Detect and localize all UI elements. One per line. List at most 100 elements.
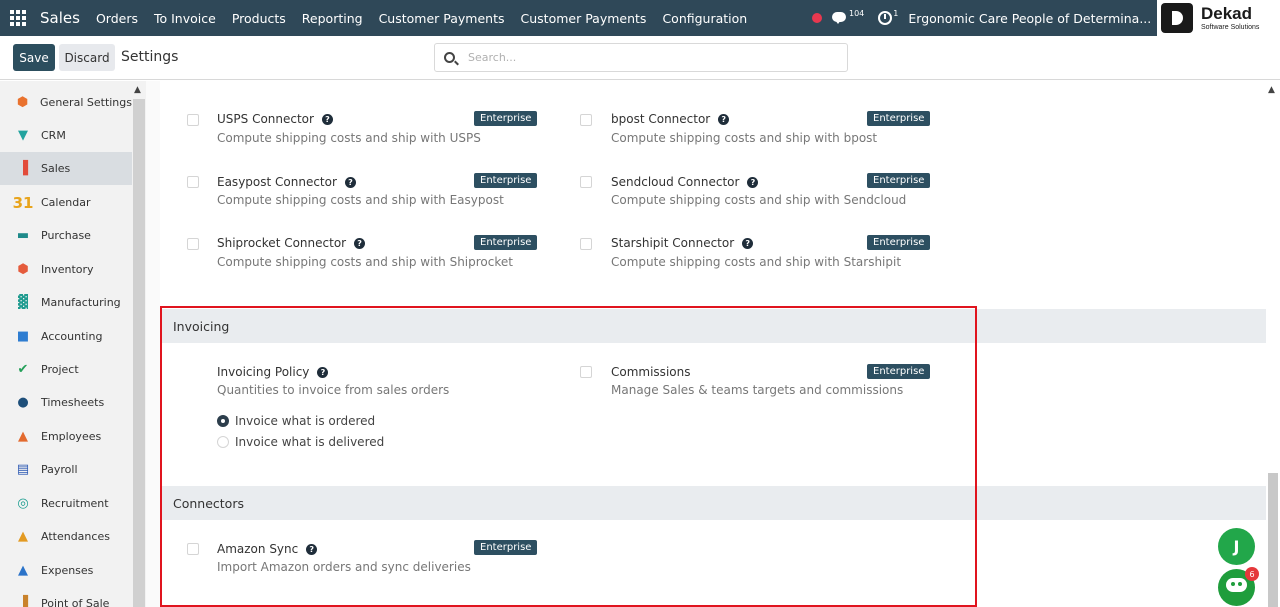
chatbot-icon <box>1226 578 1247 592</box>
shiprocket-desc: Compute shipping costs and ship with Shi… <box>217 255 513 269</box>
navbar-systray: 104 1 Ergonomic Care People of Determina… <box>812 0 1184 36</box>
sidebar-item-employees[interactable]: ▲ Employees <box>0 420 132 453</box>
setting-title: Shiprocket Connector <box>217 236 347 250</box>
help-icon[interactable]: ? <box>718 113 730 125</box>
dekad-logo-icon <box>1161 3 1193 33</box>
project-icon: ✔ <box>17 362 29 377</box>
inventory-icon: ⬢ <box>17 262 29 277</box>
help-icon[interactable]: ? <box>354 237 366 249</box>
calendar-icon: 31 <box>12 193 34 212</box>
sidebar-item-label: Project <box>41 363 79 376</box>
menu-configuration[interactable]: Configuration <box>662 11 747 26</box>
sendcloud-title: Sendcloud Connector ? <box>611 175 759 189</box>
employees-icon: ▲ <box>18 429 28 444</box>
easypost-checkbox[interactable] <box>187 176 199 188</box>
bpost-checkbox[interactable] <box>580 114 592 126</box>
search-placeholder: Search... <box>468 51 517 64</box>
sidebar-item-timesheets[interactable]: ● Timesheets <box>0 386 132 419</box>
activity-icon[interactable] <box>878 11 893 25</box>
app-name[interactable]: Sales <box>40 9 80 27</box>
chevron-up-icon[interactable]: ▲ <box>134 85 141 95</box>
brand-name: Dekad <box>1201 3 1253 23</box>
sidebar-item-project[interactable]: ✔ Project <box>0 353 132 386</box>
setting-title: USPS Connector <box>217 112 314 126</box>
setting-title: bpost Connector <box>611 112 711 126</box>
chevron-up-icon[interactable]: ▲ <box>1268 85 1275 95</box>
starshipit-title: Starshipit Connector ? <box>611 236 754 250</box>
search-icon <box>444 52 455 63</box>
setting-title: Starshipit Connector <box>611 236 735 250</box>
sidebar-item-recruitment[interactable]: ◎ Recruitment <box>0 487 132 520</box>
settings-sidebar: ⬢ General Settings ▼ CRM ▐ Sales 31 Cale… <box>0 81 146 607</box>
usps-checkbox[interactable] <box>187 114 199 126</box>
chat-avatar-button[interactable]: J <box>1218 528 1255 565</box>
manufacturing-icon: ▓ <box>18 295 28 310</box>
top-navbar: Sales Orders To Invoice Products Reporti… <box>0 0 1280 36</box>
bpost-desc: Compute shipping costs and ship with bpo… <box>611 131 878 145</box>
sidebar-item-label: Manufacturing <box>41 296 121 309</box>
sidebar-item-label: Payroll <box>41 463 78 476</box>
menu-orders[interactable]: Orders <box>96 11 138 26</box>
sidebar-item-label: Calendar <box>41 196 91 209</box>
sidebar-item-expenses[interactable]: ▲ Expenses <box>0 554 132 587</box>
sidebar-item-point-of-sale[interactable]: ▐ Point of Sale <box>0 587 132 607</box>
sidebar-item-sales[interactable]: ▐ Sales <box>0 152 132 185</box>
sidebar-item-label: CRM <box>41 129 66 142</box>
sidebar-scroll-thumb[interactable] <box>133 99 145 607</box>
purchase-icon: ▬ <box>16 228 30 243</box>
sidebar-item-label: Employees <box>41 430 102 443</box>
content-scrollbar[interactable]: ▲ <box>1266 81 1280 607</box>
starshipit-desc: Compute shipping costs and ship with Sta… <box>611 255 902 269</box>
usps-title: USPS Connector ? <box>217 112 333 126</box>
setting-title: Easypost Connector <box>217 175 337 189</box>
discard-button[interactable]: Discard <box>59 44 115 71</box>
easypost-title: Easypost Connector ? <box>217 175 356 189</box>
menu-customer-payments-2[interactable]: Customer Payments <box>521 11 647 26</box>
sidebar-item-inventory[interactable]: ⬢ Inventory <box>0 253 132 286</box>
enterprise-badge: Enterprise <box>867 173 931 188</box>
sidebar-item-manufacturing[interactable]: ▓ Manufacturing <box>0 286 132 319</box>
sidebar-item-attendances[interactable]: ▲ Attendances <box>0 520 132 553</box>
sidebar-item-general-settings[interactable]: ⬢ General Settings <box>0 86 132 119</box>
menu-reporting[interactable]: Reporting <box>302 11 363 26</box>
help-icon[interactable]: ? <box>321 113 333 125</box>
settings-icon: ⬢ <box>16 95 29 110</box>
sendcloud-checkbox[interactable] <box>580 176 592 188</box>
status-dot-icon[interactable] <box>812 13 822 23</box>
enterprise-badge: Enterprise <box>867 111 931 126</box>
sidebar-item-label: Inventory <box>41 263 94 276</box>
sidebar-item-crm[interactable]: ▼ CRM <box>0 119 132 152</box>
sidebar-item-accounting[interactable]: ■ Accounting <box>0 320 132 353</box>
menu-customer-payments[interactable]: Customer Payments <box>379 11 505 26</box>
company-switcher[interactable]: Ergonomic Care People of Determina... <box>908 11 1151 26</box>
timesheets-icon: ● <box>17 395 29 410</box>
sidebar-item-label: Purchase <box>41 229 91 242</box>
sidebar-item-purchase[interactable]: ▬ Purchase <box>0 219 132 252</box>
page-title: Settings <box>121 49 179 65</box>
chatbot-badge: 6 <box>1245 567 1259 581</box>
shiprocket-checkbox[interactable] <box>187 238 199 250</box>
help-icon[interactable]: ? <box>344 176 356 188</box>
apps-menu-icon[interactable] <box>0 0 36 36</box>
menu-products[interactable]: Products <box>232 11 286 26</box>
help-icon[interactable]: ? <box>742 237 754 249</box>
sidebar-item-payroll[interactable]: ▤ Payroll <box>0 453 132 486</box>
enterprise-badge: Enterprise <box>474 235 538 250</box>
sidebar-item-label: Recruitment <box>41 497 109 510</box>
starshipit-checkbox[interactable] <box>580 238 592 250</box>
sidebar-item-label: Point of Sale <box>41 597 110 607</box>
sidebar-item-label: Timesheets <box>41 396 105 409</box>
messages-icon[interactable] <box>832 11 848 25</box>
messages-count: 104 <box>849 8 865 18</box>
save-button[interactable]: Save <box>13 44 55 71</box>
usps-desc: Compute shipping costs and ship with USP… <box>217 131 481 145</box>
help-icon[interactable]: ? <box>747 176 759 188</box>
expenses-icon: ▲ <box>18 563 28 578</box>
content-scroll-thumb[interactable] <box>1268 473 1278 607</box>
menu-to-invoice[interactable]: To Invoice <box>154 11 216 26</box>
search-input[interactable]: Search... <box>434 43 848 72</box>
content-gutter <box>146 81 160 607</box>
highlight-box <box>160 306 977 607</box>
sidebar-item-calendar[interactable]: 31 Calendar <box>0 186 132 219</box>
sales-icon: ▐ <box>18 161 28 176</box>
